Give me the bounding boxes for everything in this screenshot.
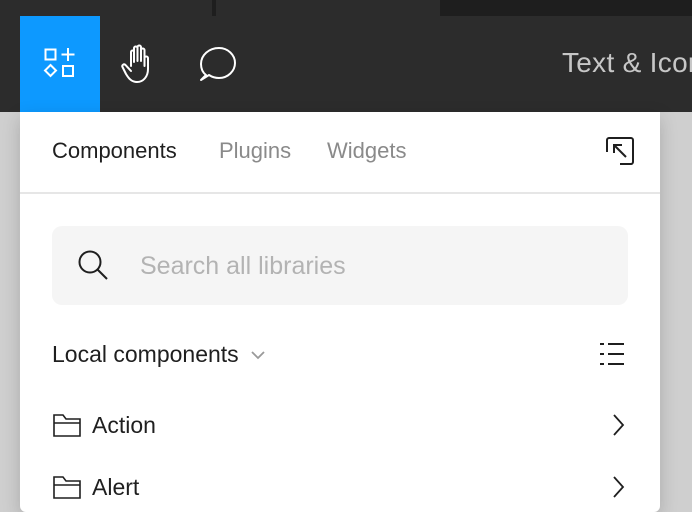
- list-view-icon: [600, 343, 624, 365]
- collapse-arrow-icon: [606, 137, 634, 165]
- collapse-panel-button[interactable]: [604, 136, 636, 168]
- chevron-down-icon: [251, 351, 265, 360]
- list-item-label: Alert: [92, 474, 140, 500]
- assets-panel: Components Plugins Widgets Local compone…: [20, 112, 660, 512]
- folder-icon: [53, 414, 81, 437]
- search-box[interactable]: [52, 226, 628, 305]
- hand-tool-button[interactable]: [100, 16, 180, 112]
- chevron-right-icon: [613, 414, 625, 436]
- tab-widgets[interactable]: Widgets: [327, 138, 406, 164]
- list-item[interactable]: Alert: [52, 470, 628, 510]
- search-icon: [78, 250, 108, 280]
- tab-components[interactable]: Components: [52, 138, 177, 164]
- hand-icon: [121, 44, 149, 83]
- list-item[interactable]: Action: [52, 408, 628, 448]
- comment-icon: [200, 47, 236, 81]
- search-input[interactable]: [140, 246, 600, 286]
- folder-icon: [53, 476, 81, 499]
- window-tab[interactable]: [216, 0, 440, 16]
- file-title[interactable]: Text & Icons: [562, 47, 692, 79]
- list-item-label: Action: [92, 412, 156, 438]
- list-view-button[interactable]: [596, 338, 628, 370]
- resources-tool-button[interactable]: [20, 16, 100, 112]
- tab-plugins[interactable]: Plugins: [219, 138, 291, 164]
- window-tab-strip: [0, 0, 692, 16]
- panel-tabs: Components Plugins Widgets: [20, 112, 660, 194]
- resources-icon: [43, 48, 75, 78]
- window-tab[interactable]: [0, 0, 212, 16]
- section-title: Local components: [52, 340, 239, 367]
- chevron-right-icon: [613, 476, 625, 498]
- local-components-header[interactable]: Local components: [52, 338, 265, 370]
- toolbar: Text & Icons: [0, 16, 692, 112]
- comment-tool-button[interactable]: [178, 16, 258, 112]
